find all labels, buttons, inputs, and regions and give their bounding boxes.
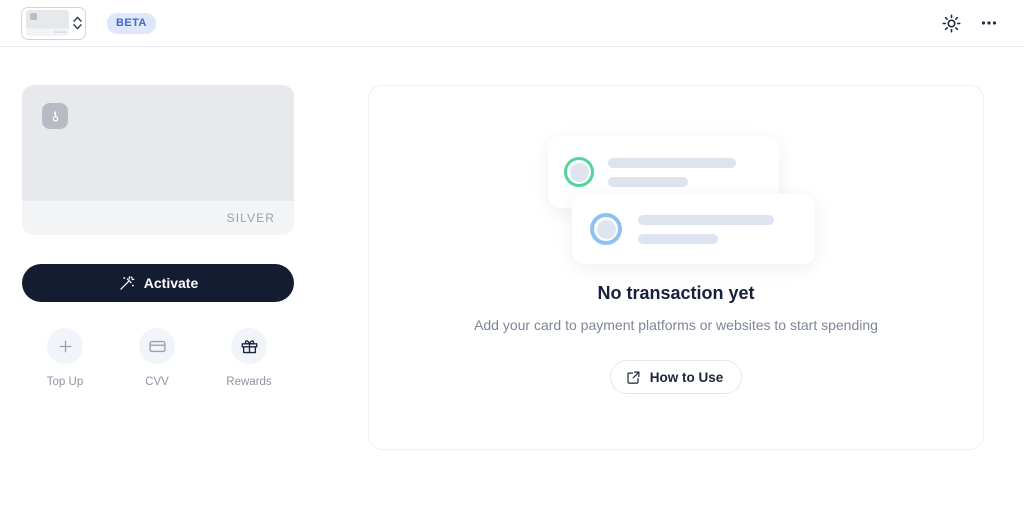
card-selector[interactable]: SILVER bbox=[21, 6, 86, 40]
skeleton-card-front bbox=[572, 194, 815, 264]
ellipsis-horizontal-icon bbox=[979, 13, 999, 33]
activate-button-label: Activate bbox=[143, 275, 199, 291]
action-top-up-circle bbox=[47, 328, 83, 364]
empty-state-illustration bbox=[540, 136, 815, 264]
skeleton-lines-back bbox=[608, 157, 736, 187]
app-header: SILVER BETA bbox=[0, 0, 1024, 47]
virtual-card-footer: SILVER bbox=[22, 201, 294, 235]
mini-card-tier-label: SILVER bbox=[54, 30, 66, 34]
beta-badge: BETA bbox=[107, 12, 156, 34]
action-top-up[interactable]: Top Up bbox=[32, 328, 98, 389]
virtual-card-face bbox=[22, 85, 294, 201]
action-cvv-circle bbox=[139, 328, 175, 364]
skeleton-lines-front bbox=[638, 214, 774, 244]
action-rewards-label: Rewards bbox=[226, 376, 272, 388]
theme-toggle-button[interactable] bbox=[936, 8, 966, 38]
external-link-icon bbox=[626, 370, 641, 385]
page-body: SILVER Activate Top Up CVV Rewards No tr… bbox=[0, 47, 1024, 529]
skeleton-bar bbox=[638, 214, 774, 225]
card-selector-thumbnail: SILVER bbox=[26, 10, 69, 36]
ring-inner-fill bbox=[569, 162, 589, 182]
mini-brand-badge-icon bbox=[30, 13, 37, 20]
magic-wand-icon bbox=[118, 275, 135, 292]
empty-state-subtitle: Add your card to payment platforms or we… bbox=[474, 317, 878, 333]
gift-icon bbox=[240, 337, 259, 356]
skeleton-bar bbox=[638, 233, 718, 244]
skeleton-bar bbox=[608, 157, 736, 168]
sun-icon bbox=[941, 13, 961, 33]
credit-card-icon bbox=[148, 337, 167, 356]
activate-button[interactable]: Activate bbox=[22, 264, 294, 302]
empty-state-title: No transaction yet bbox=[597, 283, 755, 303]
transaction-status-ring-blue-icon bbox=[590, 213, 622, 245]
quick-actions: Top Up CVV Rewards bbox=[22, 328, 294, 389]
ring-inner-fill bbox=[596, 219, 616, 239]
action-cvv-label: CVV bbox=[145, 376, 169, 388]
more-menu-button[interactable] bbox=[974, 8, 1004, 38]
card-tier-label: SILVER bbox=[226, 211, 275, 225]
brand-key-icon bbox=[42, 103, 68, 129]
transactions-panel: No transaction yet Add your card to paym… bbox=[368, 85, 984, 450]
plus-icon bbox=[57, 338, 74, 355]
action-rewards[interactable]: Rewards bbox=[216, 328, 282, 389]
action-top-up-label: Top Up bbox=[46, 376, 84, 388]
action-cvv[interactable]: CVV bbox=[124, 328, 190, 389]
how-to-use-button[interactable]: How to Use bbox=[609, 360, 743, 394]
chevron-up-down-icon[interactable] bbox=[72, 13, 83, 33]
virtual-card[interactable]: SILVER bbox=[22, 85, 294, 235]
action-rewards-circle bbox=[231, 328, 267, 364]
transaction-status-ring-green-icon bbox=[564, 157, 594, 187]
card-column: SILVER Activate Top Up CVV Rewards bbox=[22, 85, 294, 389]
how-to-use-label: How to Use bbox=[649, 369, 724, 385]
skeleton-bar bbox=[608, 176, 688, 187]
